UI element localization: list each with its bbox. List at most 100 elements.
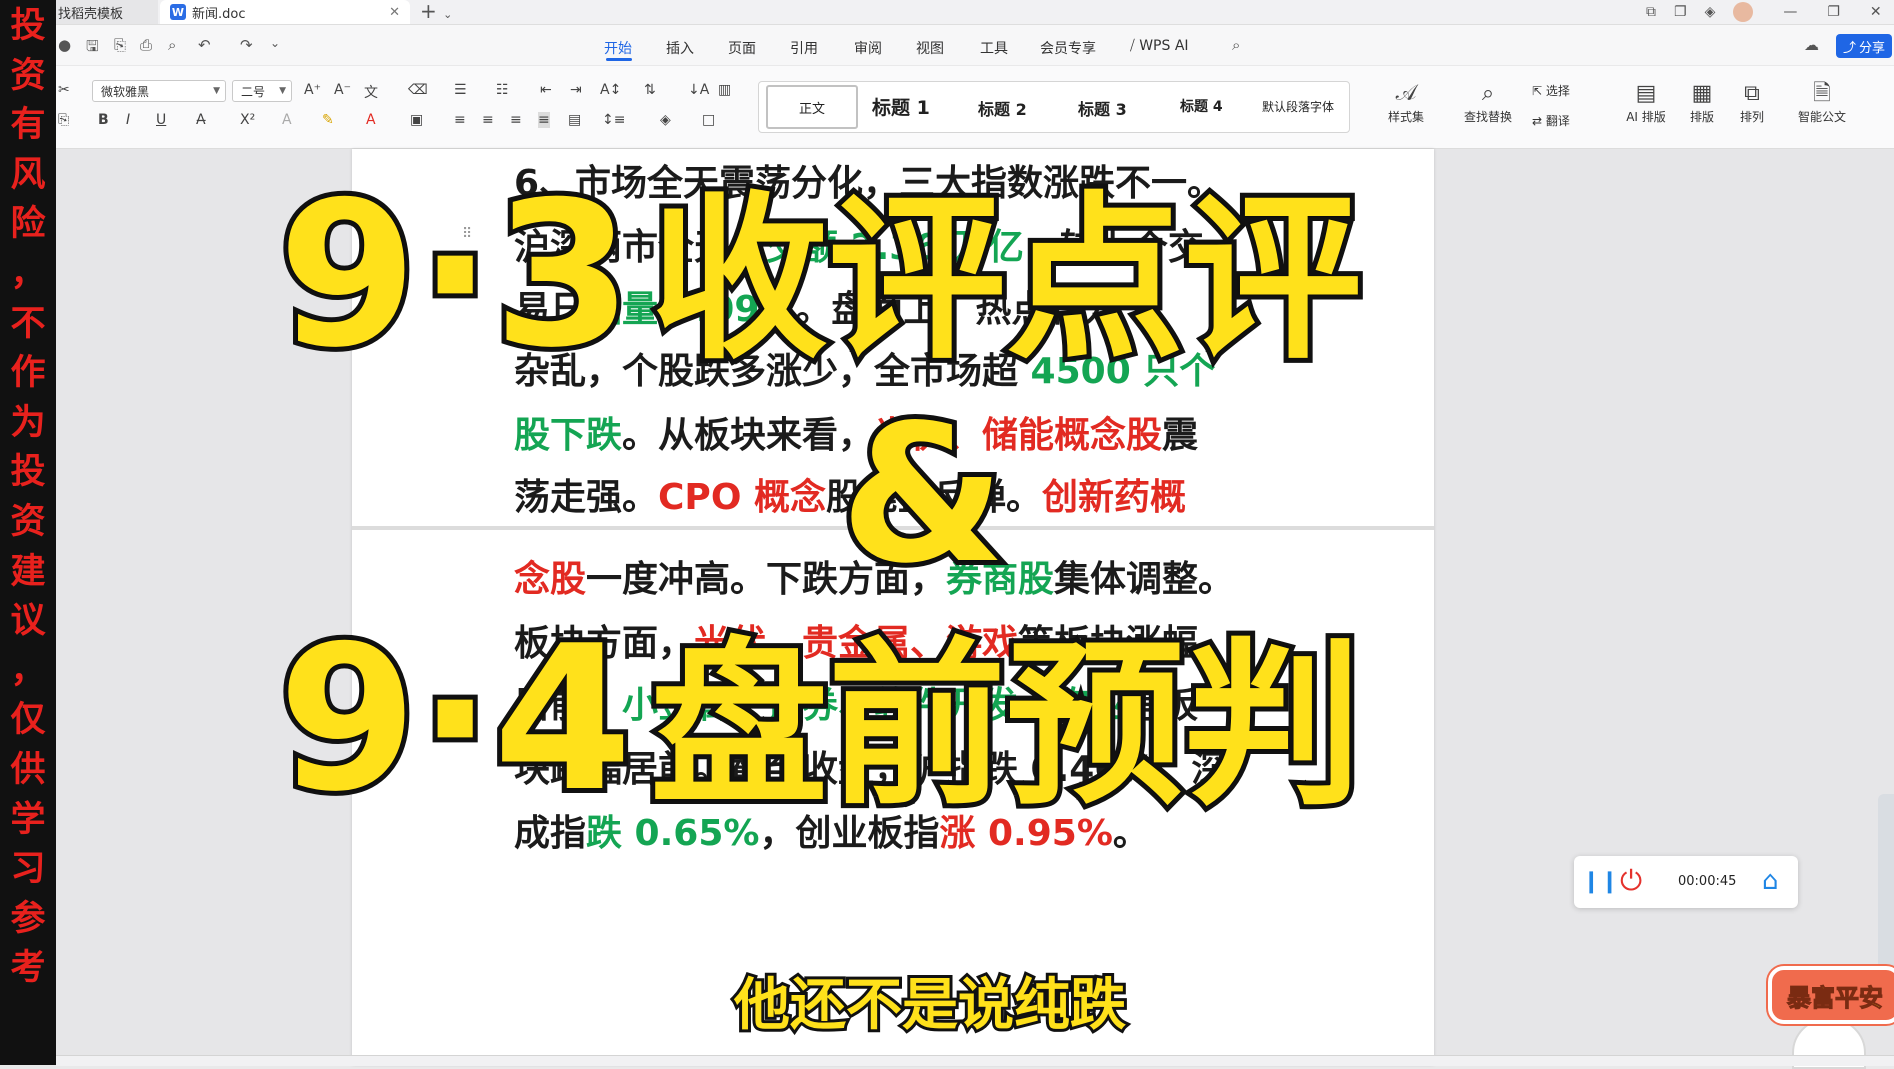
text-run: 创新药概 <box>1041 477 1186 518</box>
shading-icon[interactable]: ◈ <box>660 112 671 128</box>
increase-indent-icon[interactable]: ⇥ <box>570 82 582 98</box>
font-color-icon[interactable]: A <box>366 112 376 128</box>
chevron-down-icon: ⌄ <box>443 8 453 21</box>
close-icon[interactable]: ✕ <box>389 5 400 20</box>
bold-icon[interactable]: B <box>98 112 109 128</box>
style-set-button[interactable]: 𝒜 样式集 <box>1378 80 1434 125</box>
redo-icon[interactable]: ↷ <box>240 36 253 54</box>
new-tab-button[interactable]: + ⌄ <box>420 0 452 24</box>
chevron-down-icon[interactable]: ⌄ <box>270 36 280 50</box>
phonetic-icon[interactable]: 文 <box>364 82 378 102</box>
tab-menu-5[interactable]: 视图 <box>916 38 944 58</box>
window-icon[interactable]: ❐ <box>1674 4 1687 20</box>
text-effect-icon[interactable]: A <box>282 112 292 128</box>
share-button[interactable]: ⤴ 分享 <box>1836 34 1892 58</box>
font-name-select[interactable]: 微软雅黑 ▼ <box>92 80 226 102</box>
style-normal[interactable]: 正文 <box>766 85 858 129</box>
search-icon[interactable]: ⌕ <box>1232 36 1240 54</box>
disclaimer-char: 供 <box>10 749 46 790</box>
restore-icon[interactable]: ❐ <box>1827 4 1840 20</box>
numbered-list-icon[interactable]: ☷ <box>496 82 509 98</box>
style-heading-1[interactable]: 标题 1 <box>872 93 930 120</box>
sort-icon[interactable]: ⇅ <box>644 82 656 98</box>
print-icon[interactable]: ⎙ <box>140 36 152 54</box>
style-default-paragraph-font[interactable]: 默认段落字体 <box>1262 98 1334 115</box>
strikethrough-icon[interactable]: A̶ <box>196 112 206 128</box>
decrease-indent-icon[interactable]: ⇤ <box>540 82 552 98</box>
close-window-icon[interactable]: ✕ <box>1870 4 1882 20</box>
disclaimer-char: 资 <box>10 55 46 96</box>
pause-icon[interactable]: ❙❙ <box>1582 869 1619 894</box>
underline-icon[interactable]: U <box>156 112 166 128</box>
menu-circle-icon[interactable]: ● <box>58 36 71 54</box>
highlight-icon[interactable]: ✎ <box>322 112 334 128</box>
power-icon[interactable]: ⏻ <box>1620 864 1642 898</box>
cut-icon[interactable]: ✂ <box>58 82 70 98</box>
tab-document[interactable]: W 新闻.doc ✕ <box>160 0 410 24</box>
tab-template[interactable]: 找稻壳模板 <box>56 0 158 24</box>
translate-button[interactable]: ⇄ 翻译 <box>1532 112 1570 129</box>
italic-icon[interactable]: I <box>126 112 130 128</box>
disclaimer-char: 投 <box>10 6 46 46</box>
tab-menu-0[interactable]: 开始 <box>604 38 632 58</box>
tab-menu-1[interactable]: 插入 <box>666 38 694 58</box>
tab-menu-2[interactable]: 页面 <box>728 38 756 58</box>
disclaimer-char: ， <box>10 253 46 294</box>
share-icon: ⤴ <box>1842 40 1856 56</box>
distributed-icon[interactable]: ▤ <box>568 112 581 128</box>
tab-menu-3[interactable]: 引用 <box>790 38 818 58</box>
cube-icon[interactable]: ◈ <box>1705 4 1716 20</box>
cloud-icon[interactable]: ☁ <box>1804 36 1819 54</box>
arrange-button[interactable]: ⧉ 排列 <box>1724 80 1780 125</box>
screenshot-icon[interactable]: ⧉ <box>1646 4 1656 20</box>
home-icon[interactable]: ⌂ <box>1762 866 1779 896</box>
document-icon: 🗎 <box>1813 81 1831 106</box>
find-replace-button[interactable]: ⌕ 查找替换 <box>1460 80 1516 125</box>
bullet-list-icon[interactable]: ☰ <box>454 82 467 98</box>
line-spacing-icon[interactable]: ↕≡ <box>602 112 625 128</box>
print-preview-icon[interactable]: ⌕ <box>168 36 176 54</box>
align-right-icon[interactable]: ≡ <box>510 112 522 128</box>
border-icon[interactable]: □ <box>702 112 715 128</box>
save-icon[interactable]: 🖫 <box>86 36 99 61</box>
side-panel-tab[interactable] <box>1878 794 1894 974</box>
cursor-icon: ⇱ <box>1532 84 1546 98</box>
increase-font-icon[interactable]: A⁺ <box>304 82 321 98</box>
clear-format-icon[interactable]: ⌫ <box>408 82 428 98</box>
disclaimer-char: 为 <box>10 402 46 443</box>
style-heading-3[interactable]: 标题 3 <box>1078 96 1127 120</box>
superscript-icon[interactable]: X² <box>240 112 255 128</box>
tab-menu-7[interactable]: 会员专享 <box>1040 38 1096 58</box>
tab-menu-4[interactable]: 审阅 <box>854 38 882 58</box>
sort-az-icon[interactable]: ↓A <box>688 82 709 98</box>
layout-icon: ▦ <box>1691 81 1713 106</box>
ai-layout-button[interactable]: ▤ AI 排版 <box>1618 80 1674 125</box>
style-heading-2[interactable]: 标题 2 <box>978 96 1027 120</box>
avatar[interactable] <box>1733 2 1754 22</box>
style-heading-4[interactable]: 标题 4 <box>1180 96 1223 116</box>
font-size-select[interactable]: 二号 ▼ <box>232 80 292 102</box>
decrease-font-icon[interactable]: A⁻ <box>334 82 351 98</box>
tab-menu-6[interactable]: 工具 <box>980 38 1008 58</box>
tab-wps-ai[interactable]: ⧸ WPS AI <box>1130 38 1189 54</box>
smart-document-button[interactable]: 🗎 智能公文 <box>1794 80 1850 125</box>
justify-icon[interactable]: ≡ <box>538 112 550 128</box>
layout-button[interactable]: ▦ 排版 <box>1674 80 1730 125</box>
format-painter-icon[interactable]: ⎘ <box>58 112 69 128</box>
disclaimer-char: 考 <box>10 948 46 989</box>
sticker-badge: 暴富平安 <box>1768 966 1894 1024</box>
char-shading-icon[interactable]: ▣ <box>410 112 423 128</box>
minimize-icon[interactable]: — <box>1783 4 1797 20</box>
text-run: 荡走强。 <box>514 477 659 518</box>
select-button[interactable]: ⇱ 选择 <box>1532 82 1570 99</box>
menu-bar <box>56 25 1894 65</box>
risk-disclaimer-banner: 投资有风险，不作为投资建议，仅供学习参考 <box>0 0 56 1065</box>
export-icon[interactable]: ⎘ <box>114 36 126 54</box>
text-direction-icon[interactable]: A↕ <box>600 82 621 98</box>
align-left-icon[interactable]: ≡ <box>454 112 466 128</box>
disclaimer-char: 有 <box>10 105 46 146</box>
disclaimer-char: 仅 <box>10 700 46 741</box>
align-center-icon[interactable]: ≡ <box>482 112 494 128</box>
columns-icon[interactable]: ▥ <box>718 82 731 98</box>
undo-icon[interactable]: ↶ <box>198 36 211 54</box>
